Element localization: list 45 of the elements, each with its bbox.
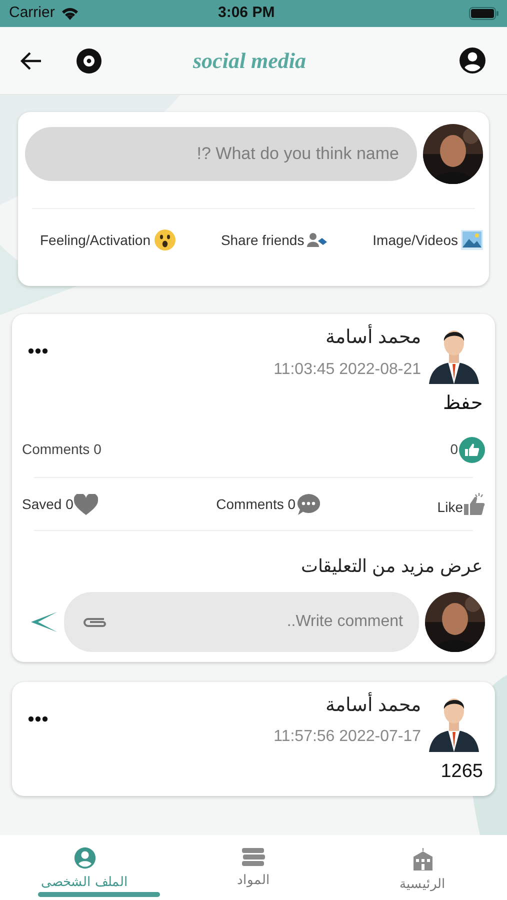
account-icon [74, 847, 96, 869]
wifi-icon [60, 7, 79, 20]
post-time: 11:57:56 2022-07-17 [274, 727, 421, 748]
heart-icon [74, 494, 98, 516]
composer-action-button[interactable]: Share friends [220, 230, 328, 250]
tab[interactable]: المواد [169, 835, 338, 900]
comment-count: Comments 0 [22, 440, 102, 459]
image-icon [461, 230, 483, 250]
post-action-button[interactable]: Like [437, 491, 485, 518]
post-time: 11:03:45 2022-08-21 [274, 360, 421, 380]
more-options-button[interactable] [28, 348, 48, 354]
thumbs-up-icon [464, 493, 485, 516]
tab[interactable]: الرئيسية [338, 835, 507, 900]
like-count: 0 [450, 440, 458, 459]
author-name: محمد أسامة [326, 692, 421, 720]
post-action-button[interactable]: Comments 0 [216, 494, 320, 515]
app-title: social media [193, 47, 306, 75]
chat-bubble-icon [296, 494, 320, 515]
composer-action-button[interactable]: Feeling/Activation [40, 229, 176, 251]
thumbs-up-badge-icon [459, 436, 485, 462]
post-text: حفظ [442, 392, 484, 416]
building-icon [410, 847, 434, 871]
tab[interactable]: الملف الشخصى [0, 835, 169, 900]
more-icon [28, 716, 48, 722]
more-icon [28, 348, 48, 354]
more-comments-link[interactable]: عرض مزيد من التعليقات [300, 552, 483, 580]
disc-icon [76, 48, 102, 74]
more-options-button[interactable] [28, 716, 48, 722]
post-input-field[interactable]: !? What do you think name [25, 127, 417, 181]
surprised-emoji-icon [154, 229, 176, 251]
battery-icon [469, 7, 499, 20]
author-name: محمد أسامة [326, 324, 421, 353]
disc-button[interactable] [76, 48, 102, 74]
send-icon [30, 610, 58, 632]
book-stack-icon [241, 847, 266, 867]
post-text: 1265 [440, 760, 484, 784]
post-action-button[interactable]: Saved 0 [22, 494, 98, 516]
back-arrow-icon [20, 52, 42, 70]
clock-label: 3:06 PM [218, 3, 275, 24]
comment-input-field[interactable]: ..Write comment [64, 592, 419, 652]
account-icon [459, 47, 486, 74]
person-tag-icon [307, 232, 328, 248]
carrier-label: Carrier [9, 3, 55, 24]
profile-button[interactable] [459, 47, 486, 74]
composer-action-button[interactable]: Image/Videos [372, 230, 483, 250]
